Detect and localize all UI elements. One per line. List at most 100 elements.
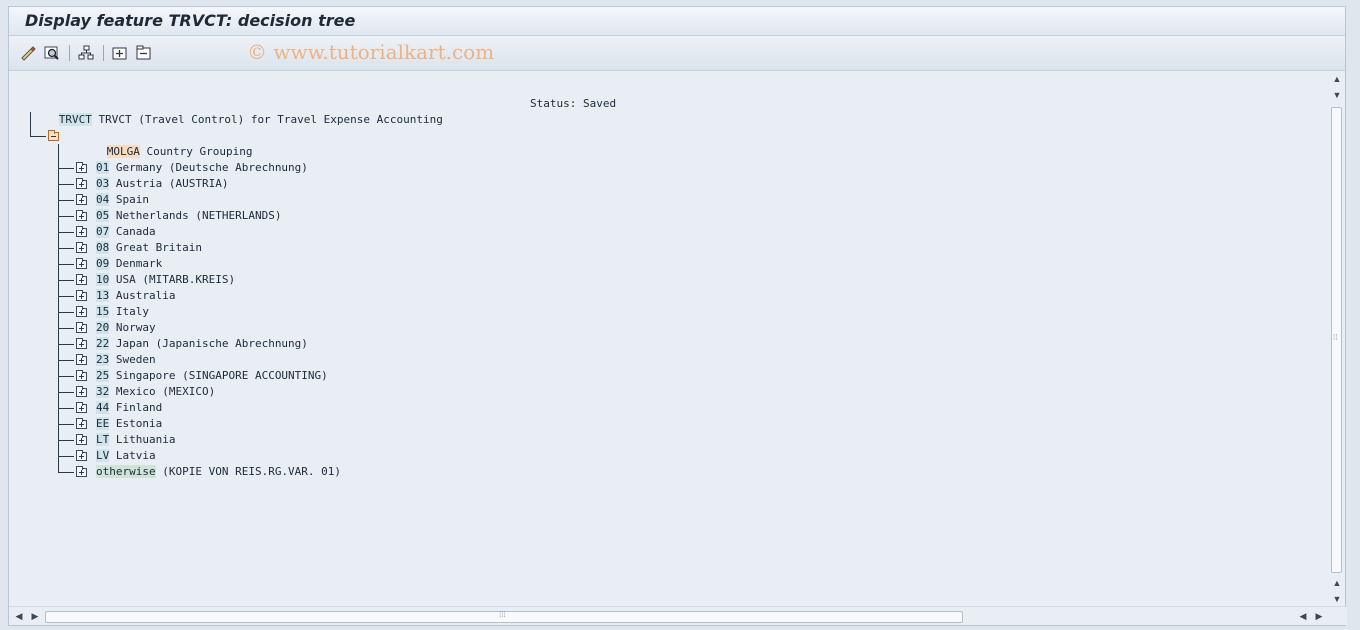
folder-closed-icon[interactable]: [76, 210, 87, 221]
folder-closed-icon[interactable]: [76, 434, 87, 445]
grip-icon: ⁞⁞⁞: [499, 610, 506, 619]
node-key: 07: [96, 225, 110, 238]
folder-closed-icon[interactable]: [76, 466, 87, 477]
folder-closed-icon[interactable]: [76, 226, 87, 237]
tree-node[interactable]: 04 Spain: [96, 192, 149, 208]
node-key: 03: [96, 177, 110, 190]
folder-closed-icon[interactable]: [76, 402, 87, 413]
root-key: TRVCT: [58, 113, 92, 126]
scroll-up-icon[interactable]: ▲: [1329, 73, 1345, 85]
expand-icon[interactable]: [111, 44, 129, 62]
tree-node[interactable]: 01 Germany (Deutsche Abrechnung): [96, 160, 308, 176]
folder-closed-icon[interactable]: [76, 242, 87, 253]
folder-closed-icon[interactable]: [76, 418, 87, 429]
node-key: EE: [96, 417, 110, 430]
tree-line: [58, 280, 74, 281]
folder-closed-icon[interactable]: [76, 338, 87, 349]
vertical-scrollbar[interactable]: ▲ ▼ ⁞⁞ ▲ ▼: [1329, 71, 1345, 611]
node-label: Japan (Japanische Abrechnung): [109, 337, 308, 350]
tree-node[interactable]: 13 Australia: [96, 288, 175, 304]
node-label: Austria (AUSTRIA): [109, 177, 229, 190]
folder-closed-icon[interactable]: [76, 370, 87, 381]
node-key: LV: [96, 449, 110, 462]
tree-line: [30, 136, 46, 137]
node-key: 32: [96, 385, 110, 398]
folder-closed-icon[interactable]: [76, 450, 87, 461]
node-label: Estonia: [109, 417, 163, 430]
folder-closed-icon[interactable]: [76, 386, 87, 397]
tree-node[interactable]: 05 Netherlands (NETHERLANDS): [96, 208, 281, 224]
folder-closed-icon[interactable]: [76, 194, 87, 205]
folder-closed-icon[interactable]: [76, 322, 87, 333]
tree-node[interactable]: 03 Austria (AUSTRIA): [96, 176, 228, 192]
node-label: Great Britain: [109, 241, 202, 254]
edit-icon[interactable]: [19, 44, 37, 62]
tree-node[interactable]: 15 Italy: [96, 304, 149, 320]
node-key: 08: [96, 241, 110, 254]
tree-node[interactable]: 44 Finland: [96, 400, 162, 416]
tree-line: [58, 456, 74, 457]
scroll-up-icon[interactable]: ▲: [1329, 577, 1345, 589]
tree-node[interactable]: EE Estonia: [96, 416, 162, 432]
node-label: Australia: [109, 289, 176, 302]
folder-closed-icon[interactable]: [76, 258, 87, 269]
scroll-down-icon[interactable]: ▼: [1329, 89, 1345, 101]
toolbar: © www.tutorialkart.com: [9, 36, 1345, 71]
node-label: Latvia: [109, 449, 156, 462]
find-icon[interactable]: [43, 44, 61, 62]
tree-node[interactable]: 20 Norway: [96, 320, 156, 336]
title-bar: Display feature TRVCT: decision tree: [9, 7, 1345, 36]
tree-node[interactable]: 25 Singapore (SINGAPORE ACCOUNTING): [96, 368, 328, 384]
node-key: 13: [96, 289, 110, 302]
node-key: 23: [96, 353, 110, 366]
tree-node[interactable]: 32 Mexico (MEXICO): [96, 384, 215, 400]
folder-closed-icon[interactable]: [76, 290, 87, 301]
tree-node[interactable]: 23 Sweden: [96, 352, 156, 368]
page-title: Display feature TRVCT: decision tree: [25, 11, 356, 30]
node-key: 10: [96, 273, 110, 286]
scroll-down-icon[interactable]: ▼: [1329, 593, 1345, 605]
node-key: 05: [96, 209, 110, 222]
folder-closed-icon[interactable]: [76, 178, 87, 189]
watermark: © www.tutorialkart.com: [247, 40, 495, 64]
node-label: Netherlands (NETHERLANDS): [109, 209, 282, 222]
tree-line: [58, 200, 74, 201]
tree-node[interactable]: 07 Canada: [96, 224, 156, 240]
tree-field[interactable]: MOLGA Country Grouping: [67, 128, 252, 158]
tree-line: [58, 344, 74, 345]
node-label: Singapore (SINGAPORE ACCOUNTING): [109, 369, 328, 382]
folder-open-icon[interactable]: [48, 130, 59, 141]
node-label: Norway: [109, 321, 156, 334]
folder-closed-icon[interactable]: [76, 162, 87, 173]
tree-node[interactable]: otherwise (KOPIE VON REIS.RG.VAR. 01): [96, 464, 341, 480]
node-key: otherwise: [96, 465, 156, 478]
node-label: (KOPIE VON REIS.RG.VAR. 01): [155, 465, 342, 478]
scroll-right-icon[interactable]: ▶: [1311, 610, 1327, 622]
scroll-left-icon[interactable]: ◀: [1295, 610, 1311, 622]
hierarchy-icon[interactable]: [77, 44, 95, 62]
collapse-icon[interactable]: [135, 44, 153, 62]
folder-closed-icon[interactable]: [76, 354, 87, 365]
tree-node[interactable]: 08 Great Britain: [96, 240, 202, 256]
root-label: TRVCT (Travel Control) for Travel Expens…: [91, 113, 443, 126]
node-key: 25: [96, 369, 110, 382]
tree-node[interactable]: 22 Japan (Japanische Abrechnung): [96, 336, 308, 352]
tree-line: [58, 328, 74, 329]
folder-closed-icon[interactable]: [76, 306, 87, 317]
scroll-right-icon[interactable]: ▶: [27, 610, 43, 622]
tree-node[interactable]: LV Latvia: [96, 448, 156, 464]
folder-closed-icon[interactable]: [76, 274, 87, 285]
tree-root[interactable]: TRVCT TRVCT (Travel Control) for Travel …: [19, 96, 443, 126]
scroll-left-icon[interactable]: ◀: [11, 610, 27, 622]
tree-node[interactable]: LT Lithuania: [96, 432, 175, 448]
node-key: 15: [96, 305, 110, 318]
tree-line: [58, 144, 59, 472]
horizontal-scrollbar[interactable]: ◀ ▶ ⁞⁞⁞ ◀ ▶: [9, 606, 1347, 625]
tree-node[interactable]: 09 Denmark: [96, 256, 162, 272]
tree-line: [30, 112, 31, 136]
tree-node[interactable]: 10 USA (MITARB.KREIS): [96, 272, 235, 288]
node-label: Mexico (MEXICO): [109, 385, 216, 398]
node-key: 22: [96, 337, 110, 350]
tree-line: [58, 424, 74, 425]
grip-icon: ⁞⁞: [1333, 333, 1338, 342]
